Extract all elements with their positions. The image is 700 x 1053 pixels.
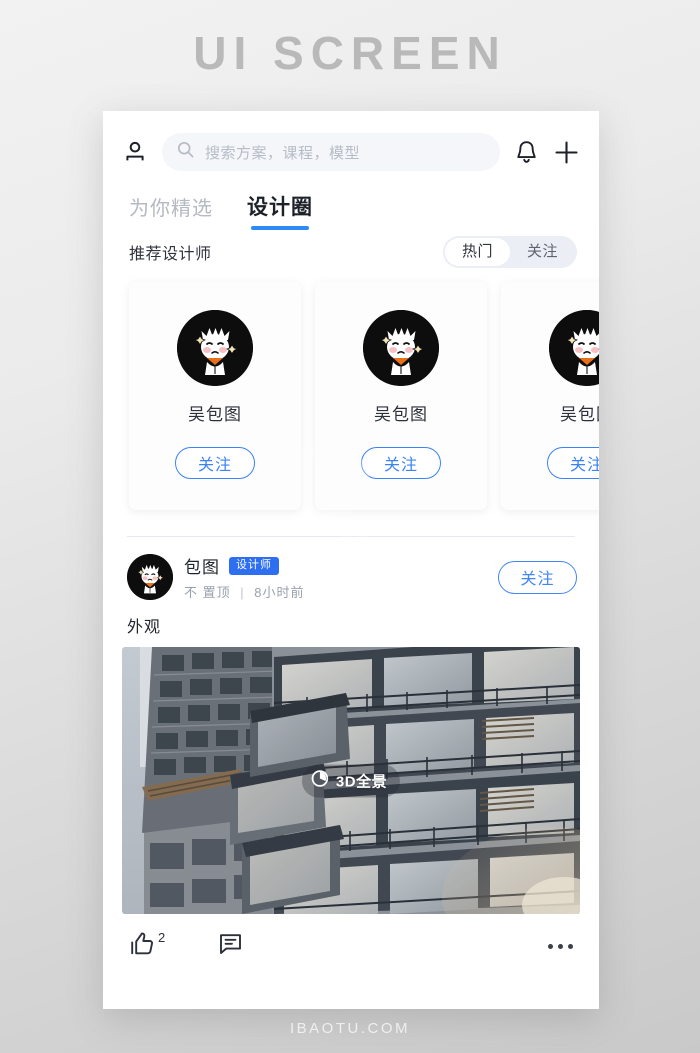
panorama-3d-icon xyxy=(311,769,329,792)
designer-card[interactable]: 吴包图 关注 xyxy=(315,282,487,510)
designer-card[interactable]: 吴包图 关注 xyxy=(501,282,599,510)
phone-screen: 搜索方案，课程，模型 为你精选 设计圈 推荐设计师 热门 关注 吴包图 关注 吴… xyxy=(103,111,599,1009)
post-meta-primary: 包图 设计师 xyxy=(184,553,487,578)
follow-button[interactable]: 关注 xyxy=(175,447,255,479)
page-footer: IBAOTU.COM xyxy=(289,1020,410,1037)
post-action-bar: 2 xyxy=(103,914,599,962)
comment-icon xyxy=(217,930,244,962)
mascot-avatar-icon xyxy=(177,310,253,386)
designer-card-strip[interactable]: 吴包图 关注 吴包图 关注 吴包 关注 xyxy=(103,268,599,520)
search-icon xyxy=(177,141,194,163)
post-meta: 包图 设计师 不 置顶 | 8小时前 xyxy=(184,553,487,601)
follow-button[interactable]: 关注 xyxy=(547,447,599,479)
designer-name: 吴包图 xyxy=(560,405,599,424)
meta-separator: | xyxy=(240,585,245,600)
plus-icon[interactable] xyxy=(553,139,580,166)
status-badge: 设计师 xyxy=(229,556,279,575)
recommended-designers-row: 推荐设计师 热门 关注 xyxy=(103,230,599,268)
follow-button[interactable]: 关注 xyxy=(361,447,441,479)
main-tabs: 为你精选 设计圈 xyxy=(103,171,599,230)
top-bar: 搜索方案，课程，模型 xyxy=(103,111,599,171)
designer-card[interactable]: 吴包图 关注 xyxy=(129,282,301,510)
mascot-avatar-icon xyxy=(549,310,599,386)
designer-name: 吴包图 xyxy=(374,405,428,424)
tab-design-circle[interactable]: 设计圈 xyxy=(247,191,313,230)
search-placeholder-text: 搜索方案，课程，模型 xyxy=(205,144,361,162)
post-meta-secondary: 不 置顶 | 8小时前 xyxy=(184,582,487,601)
post-author-name[interactable]: 包图 xyxy=(184,553,220,578)
post-body-text: 外观 xyxy=(127,619,162,636)
panorama-3d-badge[interactable]: 3D全景 xyxy=(301,764,401,797)
like-button[interactable]: 2 xyxy=(129,930,165,962)
panorama-label: 3D全景 xyxy=(335,773,388,790)
person-icon[interactable] xyxy=(122,139,148,165)
mascot-avatar-icon xyxy=(363,310,439,386)
page-title: UI SCREEN xyxy=(193,27,507,79)
post-author-avatar[interactable] xyxy=(127,554,173,600)
tab-for-you[interactable]: 为你精选 xyxy=(129,192,213,230)
bell-icon[interactable] xyxy=(514,139,539,165)
like-count: 2 xyxy=(158,930,166,945)
post-pin-status: 不 置顶 xyxy=(184,585,231,600)
dot xyxy=(558,943,563,949)
dot xyxy=(568,943,573,949)
post-timestamp: 8小时前 xyxy=(254,585,305,600)
thumbs-up-icon xyxy=(129,930,156,962)
comment-button[interactable] xyxy=(217,930,244,962)
more-dots-icon[interactable] xyxy=(548,943,573,949)
post-follow-button[interactable]: 关注 xyxy=(498,560,577,594)
designer-name: 吴包图 xyxy=(188,405,242,424)
segment-hot[interactable]: 热门 xyxy=(444,238,510,266)
section-title: 推荐设计师 xyxy=(129,246,212,263)
post-photo[interactable]: 3D全景 xyxy=(122,647,580,914)
post-header: 包图 设计师 不 置顶 | 8小时前 关注 xyxy=(103,537,599,601)
segmented-control: 热门 关注 xyxy=(442,236,577,268)
segment-following[interactable]: 关注 xyxy=(510,238,575,266)
search-input[interactable]: 搜索方案，课程，模型 xyxy=(162,133,500,171)
dot xyxy=(548,943,553,949)
